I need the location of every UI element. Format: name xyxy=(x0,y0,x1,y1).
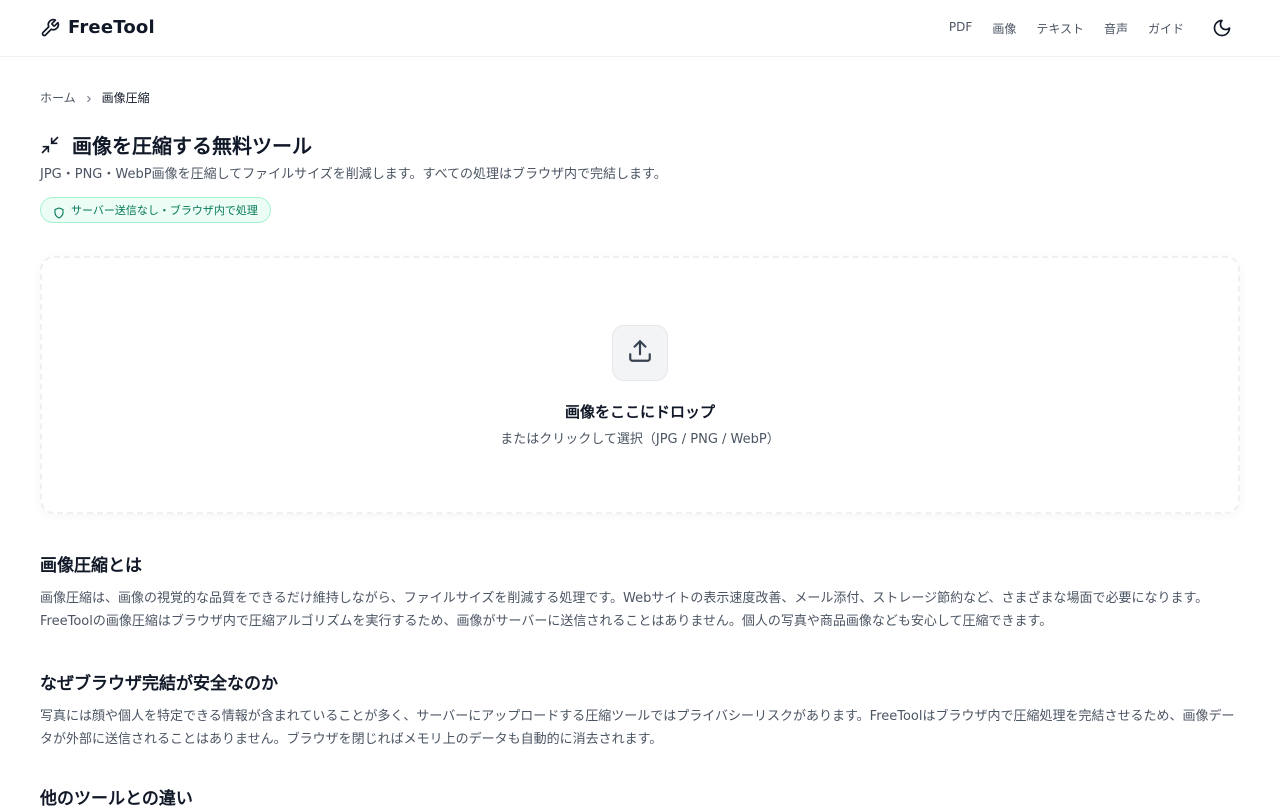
theme-toggle-button[interactable] xyxy=(1212,18,1232,38)
brand-link[interactable]: FreeTool xyxy=(40,17,155,38)
section-body-what-is: 画像圧縮は、画像の視覚的な品質をできるだけ維持しながら、ファイルサイズを削減する… xyxy=(40,591,1209,629)
section-title-what-is: 画像圧縮とは xyxy=(40,556,142,576)
minimize-arrows-icon xyxy=(40,135,60,155)
section-title-why-safe: なぜブラウザ完結が安全なのか xyxy=(40,674,278,694)
privacy-badge-text: サーバー送信なし・ブラウザ内で処理 xyxy=(71,204,258,217)
chevron-right-icon xyxy=(84,93,94,103)
main-nav: PDF 画像 テキスト 音声 ガイド xyxy=(949,20,1184,37)
moon-icon xyxy=(1212,19,1232,42)
nav-audio[interactable]: 音声 xyxy=(1104,20,1128,37)
nav-pdf[interactable]: PDF xyxy=(949,20,972,37)
breadcrumb-home[interactable]: ホーム xyxy=(40,89,76,106)
nav-guide[interactable]: ガイド xyxy=(1148,20,1184,37)
image-dropzone[interactable]: 画像をここにドロップ またはクリックして選択（JPG / PNG / WebP） xyxy=(40,256,1240,514)
page-title-row: 画像を圧縮する無料ツール xyxy=(40,130,312,159)
nav-text[interactable]: テキスト xyxy=(1036,20,1084,37)
nav-image[interactable]: 画像 xyxy=(992,20,1016,37)
page-title: 画像を圧縮する無料ツール xyxy=(72,134,312,158)
section-title-comparison: 他のツールとの違い xyxy=(40,789,193,809)
brand-name: FreeTool xyxy=(68,17,155,38)
upload-icon xyxy=(627,338,653,368)
page-subtitle: JPG・PNG・WebP画像を圧縮してファイルサイズを削減します。すべての処理は… xyxy=(40,167,667,182)
privacy-badge: サーバー送信なし・ブラウザ内で処理 xyxy=(40,197,271,223)
upload-icon-box xyxy=(612,325,668,381)
dropzone-subtitle: またはクリックして選択（JPG / PNG / WebP） xyxy=(500,432,780,447)
section-body-why-safe: 写真には顔や個人を特定できる情報が含まれていることが多く、サーバーにアップロード… xyxy=(40,709,1235,747)
breadcrumb-current: 画像圧縮 xyxy=(101,91,150,105)
shield-icon xyxy=(53,204,65,219)
top-bar: FreeTool PDF 画像 テキスト 音声 ガイド xyxy=(0,0,1280,57)
breadcrumb: ホーム 画像圧縮 xyxy=(40,89,150,106)
dropzone-title: 画像をここにドロップ xyxy=(564,403,715,421)
wrench-icon xyxy=(40,18,60,38)
